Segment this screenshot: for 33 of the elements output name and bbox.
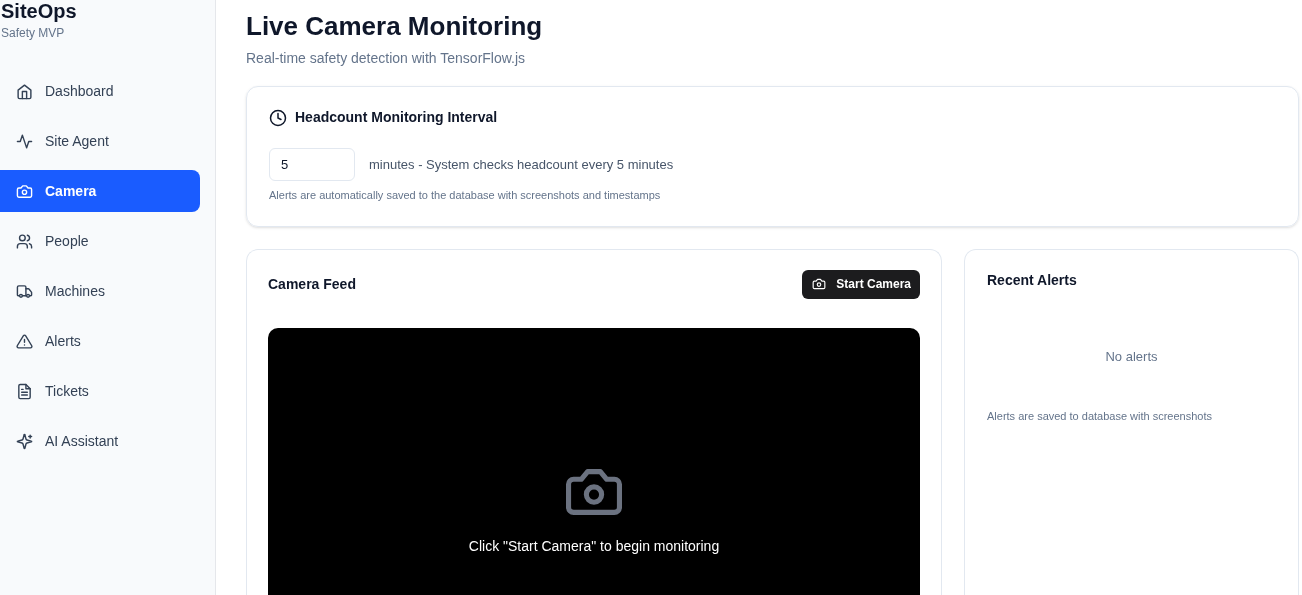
nav-item[interactable]: AI Assistant bbox=[0, 420, 200, 462]
camera-message: Click "Start Camera" to begin monitoring bbox=[468, 536, 720, 556]
empty-message: No alerts bbox=[1105, 347, 1158, 366]
card-title: Camera Feed bbox=[268, 274, 356, 294]
camera-icon bbox=[812, 277, 827, 291]
page-title: Live Camera Monitoring bbox=[246, 10, 544, 42]
start-camera-button[interactable]: Start Camera bbox=[802, 269, 920, 299]
alerts-note: Alerts are saved to database with screenshots bbox=[987, 409, 1213, 424]
camera-icon bbox=[16, 182, 33, 200]
nav-item[interactable]: People bbox=[0, 220, 200, 262]
nav-item[interactable]: Dashboard bbox=[0, 70, 200, 112]
home-icon bbox=[16, 82, 33, 100]
nav-item[interactable]: Machines bbox=[0, 270, 200, 312]
page-subtitle: Real-time safety detection with TensorFlow.js bbox=[246, 49, 527, 68]
card-title: Headcount Monitoring Interval bbox=[295, 108, 498, 127]
interval-input[interactable]: 5 bbox=[269, 148, 355, 181]
card-title: Recent Alerts bbox=[987, 270, 1078, 290]
brand-name: SiteOps bbox=[1, 0, 78, 22]
camera-icon bbox=[566, 467, 622, 516]
sparkles-icon bbox=[16, 432, 33, 450]
warning-icon bbox=[16, 332, 33, 350]
nav-item[interactable]: Tickets bbox=[0, 370, 200, 412]
clock-icon bbox=[269, 108, 287, 127]
interval-note: Alerts are automatically saved to the database with screenshots and timestamps bbox=[269, 188, 662, 203]
brand-subtitle: Safety MVP bbox=[1, 25, 66, 42]
nav-item[interactable]: Site Agent bbox=[0, 120, 200, 162]
truck-icon bbox=[16, 282, 33, 300]
nav-item[interactable]: Alerts bbox=[0, 320, 200, 362]
document-icon bbox=[16, 382, 33, 400]
people-icon bbox=[16, 232, 33, 250]
interval-description: minutes - System checks headcount every 5 minutes bbox=[369, 155, 674, 174]
nav-item[interactable]: Camera bbox=[0, 170, 200, 212]
pulse-icon bbox=[16, 132, 33, 150]
